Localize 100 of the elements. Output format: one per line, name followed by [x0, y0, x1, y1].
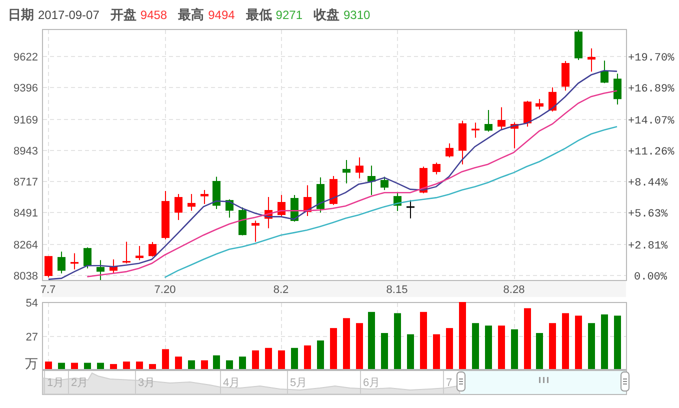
candlestick	[574, 29, 582, 60]
candlestick	[238, 206, 246, 236]
volume-bar	[330, 328, 337, 369]
volume-bar	[562, 313, 569, 369]
volume-bar	[536, 333, 543, 369]
candlestick	[96, 260, 104, 280]
quote-label: 最低	[246, 6, 272, 24]
candlestick	[70, 252, 78, 270]
volume-bar	[265, 348, 272, 369]
volume-bar	[213, 355, 220, 369]
candlestick	[252, 220, 260, 242]
volume-bar	[45, 362, 52, 369]
volume-bar	[381, 333, 388, 369]
candlestick	[368, 165, 376, 196]
date-axis-label: 8.15	[386, 284, 408, 296]
quote-value: 9310	[344, 6, 370, 24]
candlestick	[342, 159, 350, 184]
percent-axis-label: +16.89%	[628, 84, 674, 96]
candlestick	[432, 162, 440, 175]
quote-label: 开盘	[110, 6, 136, 24]
candlestick	[304, 184, 312, 216]
volume-bar	[291, 348, 298, 369]
candlestick	[136, 245, 144, 261]
candlestick	[588, 48, 596, 72]
date-axis-label: 8.2	[273, 284, 289, 296]
candlestick	[446, 142, 454, 158]
volume-bar	[498, 326, 505, 369]
y-axis-label: 27	[26, 332, 38, 344]
candlestick	[162, 190, 170, 240]
volume-bar	[239, 356, 246, 369]
month-label: 1月	[47, 377, 64, 389]
volume-bar	[252, 350, 259, 369]
candlestick	[600, 60, 608, 84]
candlestick	[148, 241, 156, 258]
candlestick	[356, 156, 364, 179]
volume-bar	[459, 302, 466, 369]
quote-label: 收盘	[314, 6, 340, 24]
candlestick	[472, 122, 480, 138]
candlestick	[188, 193, 196, 212]
candlestick	[330, 176, 338, 206]
volume-bar	[123, 362, 130, 369]
candlestick	[44, 256, 52, 278]
grip-icon	[539, 377, 548, 383]
candlestick	[458, 120, 466, 165]
candlestick	[212, 176, 220, 210]
y-axis-label: 8264	[14, 240, 38, 252]
volume-bar	[162, 349, 169, 369]
quote-value: 9494	[208, 6, 235, 24]
candlestick	[316, 176, 324, 214]
quote-label: 日期	[8, 6, 34, 24]
y-axis-label: 8717	[14, 176, 38, 188]
volume-bar	[614, 316, 621, 369]
percent-axis-label: 0.00%	[634, 272, 668, 284]
volume-bar	[149, 364, 156, 369]
candlestick	[406, 200, 414, 219]
unit-label: 万	[25, 356, 38, 370]
candlestick	[122, 241, 130, 264]
volume-bar	[511, 329, 518, 369]
quote-label: 最高	[178, 6, 204, 24]
percent-axis-label: +11.26%	[628, 146, 674, 158]
volume-bar	[317, 340, 324, 369]
percent-axis-label: +14.07%	[628, 116, 674, 128]
range-selection[interactable]	[461, 371, 626, 394]
y-axis-label: 8491	[14, 208, 38, 220]
volume-bar	[304, 345, 311, 369]
percent-axis-label: +19.70%	[628, 52, 674, 64]
candlestick	[380, 176, 388, 190]
y-axis-label: 9396	[14, 82, 38, 94]
y-axis-label: 8943	[14, 146, 38, 158]
volume-bar	[524, 308, 531, 369]
volume-bar	[368, 312, 375, 369]
volume-bar	[136, 362, 143, 369]
volume-bar	[356, 323, 363, 369]
percent-axis-label: +5.63%	[628, 208, 668, 220]
month-label: 2月	[71, 377, 88, 389]
candlestick	[536, 98, 544, 110]
range-handle[interactable]	[456, 372, 466, 392]
volume-bar	[601, 314, 608, 369]
volume-bar	[446, 328, 453, 369]
candlestick	[614, 73, 622, 105]
candlestick	[498, 106, 506, 130]
volume-bar	[433, 334, 440, 369]
month-label: 4月	[223, 377, 240, 389]
volume-bar	[394, 313, 401, 369]
month-label: 3月	[138, 377, 156, 389]
candlestick	[110, 258, 118, 274]
candlestick	[394, 192, 402, 212]
percent-axis-label: +8.44%	[628, 178, 668, 190]
range-handle[interactable]	[620, 372, 630, 392]
volume-bar	[175, 356, 182, 369]
candlestick	[510, 122, 518, 149]
candlestick	[226, 198, 234, 218]
volume-bar	[343, 318, 350, 369]
volume-bar	[485, 326, 492, 369]
percent-axis-label: +2.81%	[628, 240, 668, 252]
date-axis-label: 7.20	[154, 284, 176, 296]
candlestick	[562, 60, 570, 92]
y-axis-label: 8038	[14, 270, 38, 282]
y-axis-label: 54	[26, 298, 38, 310]
volume-bar	[110, 364, 117, 369]
